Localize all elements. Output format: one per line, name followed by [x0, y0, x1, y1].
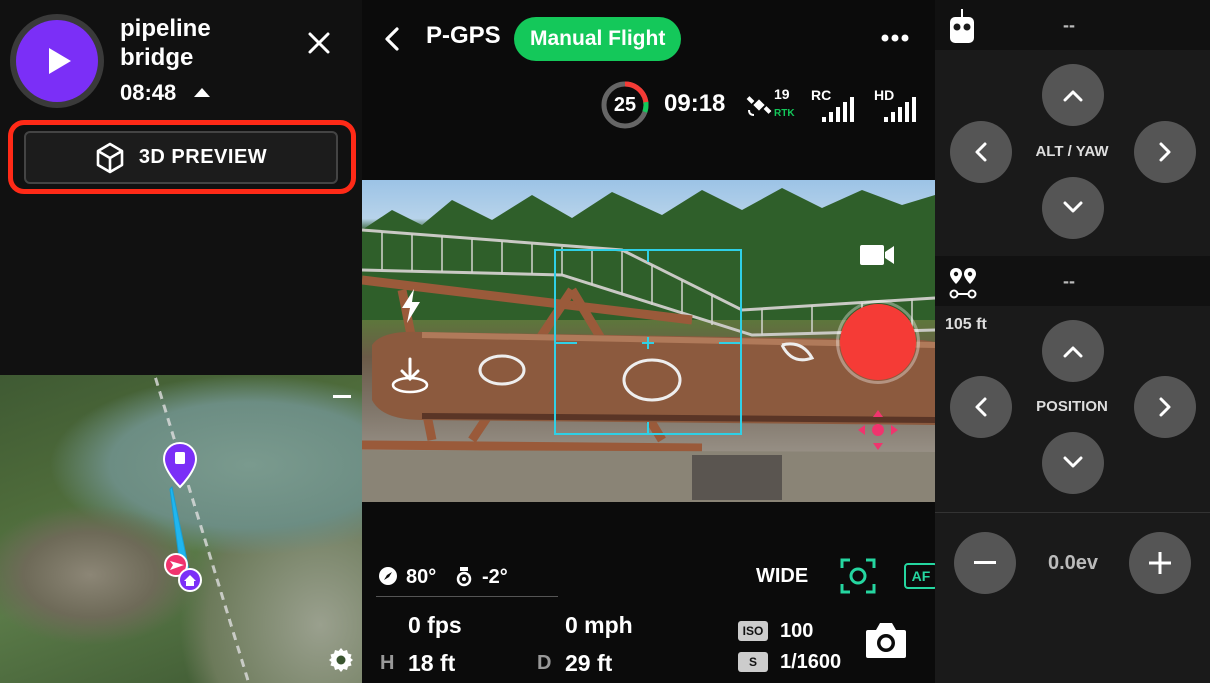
focus-frame-icon[interactable]	[840, 558, 876, 594]
flash-icon[interactable]	[400, 288, 422, 324]
fps-value: 0 fps	[408, 612, 462, 638]
height-label: H	[380, 652, 395, 674]
exposure-minus-button[interactable]	[954, 532, 1016, 594]
exposure-plus-button[interactable]	[1129, 532, 1191, 594]
map-collapse-button[interactable]	[333, 395, 351, 398]
height-value: 18 ft	[408, 650, 456, 676]
3d-preview-label: 3D PREVIEW	[138, 146, 268, 168]
chevron-down-icon	[1063, 456, 1083, 468]
center-panel: P-GPS Manual Flight 25 09:18 19 RTK RC H…	[362, 0, 938, 683]
right-panel: -- ALT / YAW -- 105 ft POSITION 0.0ev	[935, 0, 1210, 683]
compass-icon	[379, 567, 397, 585]
rc-signal-bars-icon	[822, 97, 854, 122]
remote-controller-icon	[950, 9, 974, 43]
chevron-left-icon	[975, 397, 987, 417]
gear-icon[interactable]	[328, 647, 354, 673]
caret-up-icon[interactable]	[193, 86, 211, 98]
more-dots-icon[interactable]	[880, 26, 910, 50]
manual-flight-button[interactable]: Manual Flight	[514, 17, 682, 61]
altitude-readout: 105 ft	[945, 316, 987, 333]
iso-value: 100	[780, 620, 814, 642]
move-arrows-icon[interactable]	[856, 408, 900, 452]
download-icon[interactable]	[390, 355, 430, 395]
iso-tag: ISO	[738, 621, 768, 641]
yaw-right-button[interactable]	[1134, 121, 1196, 183]
mission-pin-icon	[162, 441, 198, 489]
position-right-button[interactable]	[1134, 376, 1196, 438]
distance-label: D	[537, 652, 552, 674]
gimbal-icon	[456, 567, 472, 587]
map-view[interactable]	[0, 375, 362, 683]
shutter-value: 1/1600	[780, 651, 842, 673]
position-left-button[interactable]	[950, 376, 1012, 438]
battery-percent: 25	[613, 93, 637, 116]
lens-selector[interactable]: WIDE	[756, 565, 808, 588]
waypoints-icon	[949, 268, 977, 299]
cube-icon	[96, 142, 124, 173]
chevron-right-icon	[1159, 397, 1171, 417]
rc-header: --	[935, 0, 1210, 50]
camera-feed[interactable]	[362, 180, 935, 502]
position-forward-button[interactable]	[1042, 320, 1104, 382]
video-camera-icon[interactable]	[859, 242, 895, 268]
yaw-left-button[interactable]	[950, 121, 1012, 183]
chevron-left-icon[interactable]	[384, 26, 400, 52]
camera-icon[interactable]	[864, 620, 908, 660]
alt-yaw-label: ALT / YAW	[1035, 143, 1109, 160]
mission-duration: 08:48	[120, 80, 177, 105]
exposure-divider	[935, 512, 1210, 513]
play-icon	[49, 48, 71, 74]
play-mission-button[interactable]	[16, 20, 98, 102]
rc-status: --	[1063, 14, 1075, 35]
altitude-up-button[interactable]	[1042, 64, 1104, 126]
gimbal-tilt-value: -2°	[482, 566, 508, 588]
mission-name: pipeline bridge	[120, 15, 211, 71]
chevron-down-icon	[1063, 201, 1083, 213]
shutter-tag: S	[738, 652, 768, 672]
mission-panel: pipeline bridge 08:48 3D PREVIEW	[0, 0, 362, 375]
rtk-label: RTK	[774, 108, 795, 119]
flight-mode: P-GPS	[426, 22, 501, 49]
hd-signal-bars-icon	[884, 97, 916, 122]
chevron-left-icon	[975, 142, 987, 162]
autofocus-button[interactable]: AF	[904, 563, 938, 589]
satellite-icon	[746, 96, 772, 116]
flight-path	[162, 441, 202, 592]
distance-value: 29 ft	[565, 650, 613, 676]
exposure-value: 0.0ev	[1047, 552, 1099, 574]
chevron-up-icon	[1063, 90, 1083, 102]
telemetry-divider	[376, 596, 558, 597]
speed-value: 0 mph	[565, 612, 633, 638]
flight-time: 09:18	[664, 90, 726, 117]
position-back-button[interactable]	[1042, 432, 1104, 494]
heading-value: 80°	[406, 566, 437, 588]
record-button[interactable]	[840, 304, 916, 380]
waypoint-status: --	[1063, 270, 1075, 291]
chevron-up-icon	[1063, 346, 1083, 358]
left-panel: pipeline bridge 08:48 3D PREVIEW	[0, 0, 362, 683]
position-label: POSITION	[1036, 398, 1108, 415]
plus-icon	[1149, 552, 1171, 574]
satellite-count: 19	[774, 86, 790, 102]
3d-preview-button[interactable]: 3D PREVIEW	[24, 131, 338, 184]
altitude-down-button[interactable]	[1042, 177, 1104, 239]
minus-icon	[974, 561, 996, 564]
chevron-right-icon	[1159, 142, 1171, 162]
close-icon[interactable]	[306, 30, 332, 56]
